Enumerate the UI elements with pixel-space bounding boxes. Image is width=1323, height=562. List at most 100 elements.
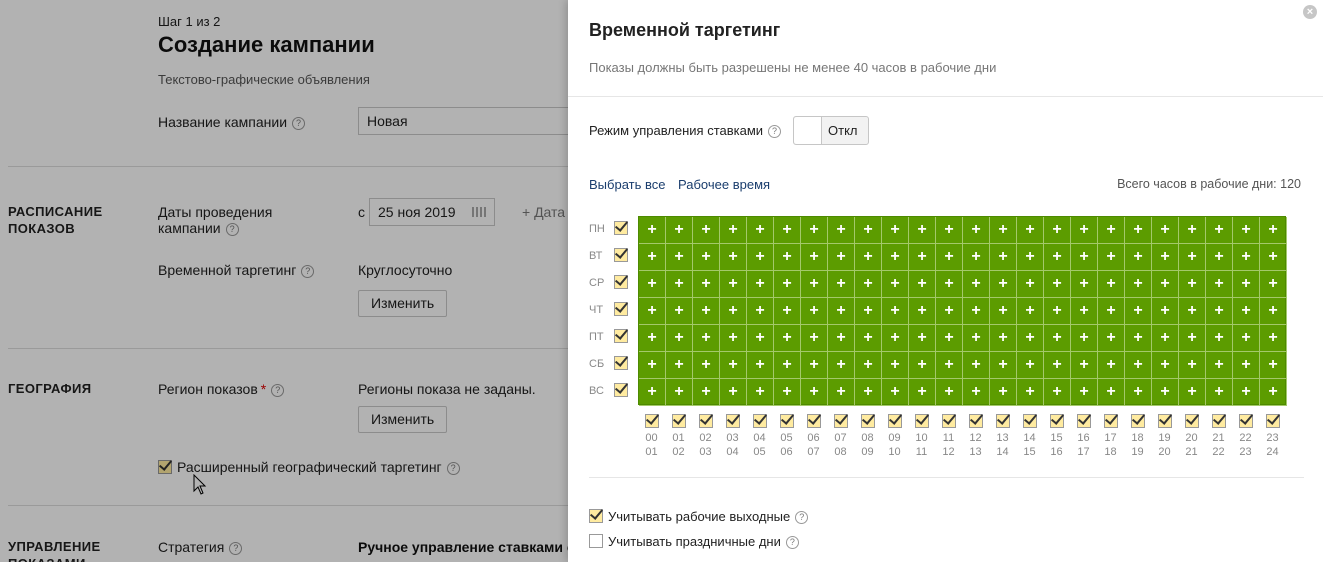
hour-checkbox[interactable]	[1185, 414, 1199, 428]
schedule-cell[interactable]: +	[1044, 298, 1071, 325]
schedule-cell[interactable]: +	[1098, 352, 1125, 379]
schedule-cell[interactable]: +	[774, 298, 801, 325]
hour-checkbox[interactable]	[861, 414, 875, 428]
schedule-cell[interactable]: +	[828, 352, 855, 379]
select-all-link[interactable]: Выбрать все	[589, 177, 665, 192]
schedule-cell[interactable]: +	[801, 217, 828, 244]
schedule-cell[interactable]: +	[720, 325, 747, 352]
schedule-cell[interactable]: +	[1206, 379, 1233, 406]
schedule-cell[interactable]: +	[1071, 352, 1098, 379]
schedule-cell[interactable]: +	[747, 379, 774, 406]
schedule-cell[interactable]: +	[1260, 217, 1287, 244]
schedule-cell[interactable]: +	[666, 352, 693, 379]
schedule-cell[interactable]: +	[963, 217, 990, 244]
schedule-cell[interactable]: +	[693, 217, 720, 244]
schedule-cell[interactable]: +	[990, 325, 1017, 352]
schedule-cell[interactable]: +	[909, 325, 936, 352]
hour-checkbox[interactable]	[1077, 414, 1091, 428]
schedule-cell[interactable]: +	[828, 217, 855, 244]
day-checkbox[interactable]	[614, 356, 628, 370]
schedule-cell[interactable]: +	[747, 325, 774, 352]
schedule-cell[interactable]: +	[963, 244, 990, 271]
schedule-cell[interactable]: +	[774, 244, 801, 271]
schedule-cell[interactable]: +	[1071, 244, 1098, 271]
schedule-cell[interactable]: +	[1017, 298, 1044, 325]
schedule-cell[interactable]: +	[990, 244, 1017, 271]
schedule-cell[interactable]: +	[1260, 352, 1287, 379]
schedule-cell[interactable]: +	[909, 379, 936, 406]
schedule-cell[interactable]: +	[882, 244, 909, 271]
schedule-cell[interactable]: +	[1152, 379, 1179, 406]
schedule-cell[interactable]: +	[855, 217, 882, 244]
bid-mode-toggle[interactable]: Откл	[793, 116, 869, 145]
schedule-cell[interactable]: +	[855, 244, 882, 271]
schedule-cell[interactable]: +	[666, 298, 693, 325]
schedule-cell[interactable]: +	[1233, 298, 1260, 325]
schedule-cell[interactable]: +	[801, 379, 828, 406]
schedule-cell[interactable]: +	[1233, 379, 1260, 406]
schedule-cell[interactable]: +	[990, 379, 1017, 406]
schedule-cell[interactable]: +	[1017, 325, 1044, 352]
toggle-knob[interactable]	[794, 117, 822, 144]
schedule-cell[interactable]: +	[1179, 298, 1206, 325]
schedule-cell[interactable]: +	[693, 352, 720, 379]
schedule-cell[interactable]: +	[828, 244, 855, 271]
schedule-cell[interactable]: +	[1233, 244, 1260, 271]
hour-checkbox[interactable]	[726, 414, 740, 428]
hour-checkbox[interactable]	[942, 414, 956, 428]
schedule-cell[interactable]: +	[720, 244, 747, 271]
schedule-cell[interactable]: +	[909, 298, 936, 325]
day-checkbox[interactable]	[614, 275, 628, 289]
hour-checkbox[interactable]	[915, 414, 929, 428]
schedule-cell[interactable]: +	[1260, 298, 1287, 325]
schedule-cell[interactable]: +	[1152, 271, 1179, 298]
schedule-cell[interactable]: +	[1179, 325, 1206, 352]
schedule-cell[interactable]: +	[801, 325, 828, 352]
schedule-cell[interactable]: +	[747, 244, 774, 271]
schedule-cell[interactable]: +	[693, 271, 720, 298]
schedule-cell[interactable]: +	[666, 271, 693, 298]
schedule-cell[interactable]: +	[1044, 379, 1071, 406]
schedule-cell[interactable]: +	[1233, 325, 1260, 352]
schedule-cell[interactable]: +	[1179, 379, 1206, 406]
schedule-cell[interactable]: +	[1017, 352, 1044, 379]
hour-checkbox[interactable]	[1023, 414, 1037, 428]
schedule-cell[interactable]: +	[1098, 244, 1125, 271]
schedule-cell[interactable]: +	[720, 379, 747, 406]
hour-checkbox[interactable]	[888, 414, 902, 428]
schedule-cell[interactable]: +	[1179, 217, 1206, 244]
schedule-cell[interactable]: +	[882, 325, 909, 352]
schedule-cell[interactable]: +	[882, 352, 909, 379]
checkbox-working-weekends[interactable]	[589, 509, 603, 523]
schedule-cell[interactable]: +	[639, 298, 666, 325]
day-checkbox[interactable]	[614, 329, 628, 343]
schedule-cell[interactable]: +	[1098, 379, 1125, 406]
schedule-cell[interactable]: +	[1125, 271, 1152, 298]
schedule-cell[interactable]: +	[666, 217, 693, 244]
schedule-cell[interactable]: +	[1233, 271, 1260, 298]
hour-checkbox[interactable]	[807, 414, 821, 428]
schedule-cell[interactable]: +	[855, 352, 882, 379]
schedule-cell[interactable]: +	[882, 271, 909, 298]
schedule-cell[interactable]: +	[639, 217, 666, 244]
schedule-cell[interactable]: +	[1206, 325, 1233, 352]
schedule-cell[interactable]: +	[1044, 244, 1071, 271]
help-icon[interactable]: ?	[785, 536, 799, 549]
schedule-cell[interactable]: +	[747, 217, 774, 244]
schedule-cell[interactable]: +	[1125, 379, 1152, 406]
schedule-cell[interactable]: +	[855, 325, 882, 352]
schedule-cell[interactable]: +	[963, 298, 990, 325]
schedule-cell[interactable]: +	[720, 298, 747, 325]
schedule-cell[interactable]: +	[909, 271, 936, 298]
schedule-cell[interactable]: +	[1125, 325, 1152, 352]
schedule-cell[interactable]: +	[693, 298, 720, 325]
schedule-cell[interactable]: +	[1260, 244, 1287, 271]
schedule-cell[interactable]: +	[882, 379, 909, 406]
schedule-cell[interactable]: +	[774, 217, 801, 244]
schedule-cell[interactable]: +	[1125, 352, 1152, 379]
schedule-cell[interactable]: +	[882, 298, 909, 325]
schedule-cell[interactable]: +	[639, 379, 666, 406]
working-weekends-row[interactable]: Учитывать рабочие выходные?	[589, 509, 809, 524]
schedule-cell[interactable]: +	[666, 325, 693, 352]
schedule-cell[interactable]: +	[1152, 244, 1179, 271]
